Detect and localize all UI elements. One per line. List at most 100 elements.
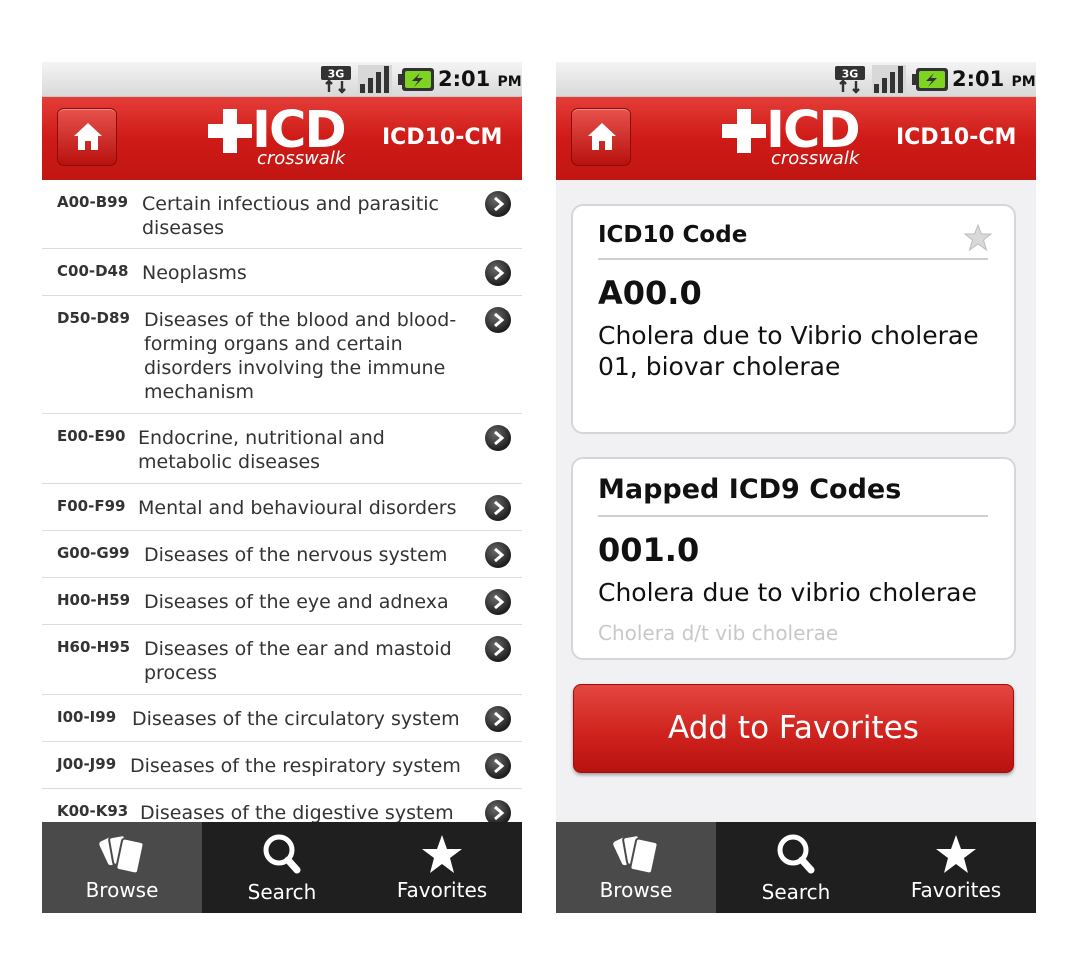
- detail-screen: 3G 2:01 PM ICD crosswalk ICD10-CM ICD10 …: [556, 62, 1036, 913]
- tab-label: Search: [247, 880, 317, 904]
- add-to-favorites-button[interactable]: Add to Favorites: [573, 684, 1014, 773]
- list-item[interactable]: H00-H59 Diseases of the eye and adnexa: [42, 578, 522, 625]
- icd9-short-description: Cholera d/t vib cholerae: [598, 621, 839, 645]
- chapter-title: Diseases of the eye and adnexa: [144, 591, 449, 613]
- star-outline-icon[interactable]: [963, 224, 993, 252]
- logo-subtext: crosswalk: [771, 148, 860, 169]
- chapter-title: Diseases of the ear and mastoid process: [144, 638, 452, 684]
- chapter-title: Diseases of the nervous system: [144, 544, 448, 566]
- header-title: ICD10-CM: [382, 125, 503, 150]
- list-item[interactable]: D50-D89 Diseases of the blood and blood-f…: [42, 296, 522, 414]
- battery-charging-icon: [912, 68, 948, 91]
- chapter-code: G00-G99: [57, 544, 130, 562]
- chapter-code: C00-D48: [57, 262, 129, 280]
- magnifier-icon: [777, 834, 815, 874]
- tab-browse[interactable]: Browse: [556, 822, 716, 913]
- list-item[interactable]: E00-E90 Endocrine, nutritional and metabo…: [42, 414, 522, 484]
- cards-icon: [613, 834, 659, 875]
- star-icon: [936, 835, 976, 873]
- chapter-code: J00-J99: [57, 755, 117, 773]
- tab-label: Favorites: [910, 878, 1002, 902]
- chapter-code: D50-D89: [57, 309, 130, 327]
- app-header: ICD crosswalk ICD10-CM: [556, 97, 1036, 180]
- chevron-right-icon[interactable]: [485, 307, 511, 333]
- icd9-code: 001.0: [598, 531, 700, 569]
- chevron-right-icon[interactable]: [485, 495, 511, 521]
- chapter-title: Mental and behavioural disorders: [138, 497, 457, 519]
- chapter-code: K00-K93: [57, 802, 129, 820]
- chapter-code: H60-H95: [57, 638, 131, 656]
- chapter-title: Neoplasms: [142, 262, 247, 284]
- chevron-right-icon[interactable]: [485, 191, 511, 217]
- chevron-right-icon[interactable]: [485, 589, 511, 615]
- status-bar: 3G 2:01 PM: [42, 62, 522, 97]
- chevron-right-icon[interactable]: [485, 706, 511, 732]
- icd10-card: ICD10 Code A00.0 Cholera due to Vibrio c…: [571, 204, 1016, 434]
- icd9-card: Mapped ICD9 Codes 001.0 Cholera due to v…: [571, 457, 1016, 660]
- chapter-title: Diseases of the respiratory system: [130, 755, 461, 777]
- tab-label: Favorites: [396, 878, 488, 902]
- tab-bar: Browse Search Favorites: [42, 822, 522, 913]
- chapter-code: E00-E90: [57, 427, 126, 445]
- app-header: ICD crosswalk ICD10-CM: [42, 97, 522, 180]
- tab-label: Browse: [599, 878, 673, 902]
- list-item[interactable]: C00-D48 Neoplasms: [42, 249, 522, 296]
- list-item[interactable]: F00-F99 Mental and behavioural disorders: [42, 484, 522, 531]
- clock: 2:01 PM: [438, 67, 522, 91]
- 3g-icon: 3G: [321, 66, 351, 94]
- svg-text:3G: 3G: [328, 68, 345, 81]
- status-bar: 3G 2:01 PM: [556, 62, 1036, 97]
- chapter-title: Diseases of the blood and blood-forming …: [144, 309, 457, 403]
- magnifier-icon: [263, 834, 301, 874]
- icd9-description: Cholera due to vibrio cholerae: [598, 578, 977, 607]
- chapter-title: Certain infectious and parasitic disease…: [142, 193, 439, 239]
- chevron-right-icon[interactable]: [485, 636, 511, 662]
- divider: [598, 515, 988, 517]
- chapter-title: Diseases of the circulatory system: [132, 708, 460, 730]
- icd10-heading: ICD10 Code: [598, 222, 748, 248]
- chapter-code: A00-B99: [57, 193, 129, 211]
- chapter-code: H00-H59: [57, 591, 131, 609]
- plus-icon: [208, 109, 252, 153]
- chevron-right-icon[interactable]: [485, 425, 511, 451]
- chevron-right-icon[interactable]: [485, 260, 511, 286]
- browse-screen: 3G 2:01 PM ICD crosswalk ICD10-CM A00-B9…: [42, 62, 522, 913]
- logo-subtext: crosswalk: [257, 148, 346, 169]
- tab-search[interactable]: Search: [202, 822, 362, 913]
- home-icon: [74, 123, 102, 150]
- list-item[interactable]: H60-H95 Diseases of the ear and mastoid p…: [42, 625, 522, 695]
- list-item[interactable]: J00-J99 Diseases of the respiratory syste…: [42, 742, 522, 789]
- tab-favorites[interactable]: Favorites: [362, 822, 522, 913]
- tab-search[interactable]: Search: [716, 822, 876, 913]
- home-button[interactable]: [57, 108, 117, 166]
- chevron-right-icon[interactable]: [485, 542, 511, 568]
- list-item[interactable]: I00-I99 Diseases of the circulatory syste…: [42, 695, 522, 742]
- chapter-title: Endocrine, nutritional and metabolic dis…: [138, 427, 385, 473]
- tab-label: Browse: [85, 878, 159, 902]
- tab-favorites[interactable]: Favorites: [876, 822, 1036, 913]
- signal-bars-icon: [872, 65, 906, 94]
- chevron-right-icon[interactable]: [485, 753, 511, 779]
- battery-charging-icon: [398, 68, 434, 91]
- chevron-right-icon[interactable]: [485, 800, 511, 822]
- chapter-title: Diseases of the digestive system: [140, 802, 454, 822]
- chapter-list: A00-B99 Certain infectious and parasitic …: [42, 180, 522, 822]
- icd10-description: Cholera due to Vibrio cholerae 01, biova…: [598, 321, 979, 381]
- tab-browse[interactable]: Browse: [42, 822, 202, 913]
- clock: 2:01 PM: [952, 67, 1036, 91]
- divider: [598, 258, 988, 260]
- plus-icon: [722, 109, 766, 153]
- home-button[interactable]: [571, 108, 631, 166]
- list-item[interactable]: A00-B99 Certain infectious and parasitic …: [42, 180, 522, 249]
- star-icon: [422, 835, 462, 873]
- icd10-code: A00.0: [598, 274, 702, 312]
- list-item[interactable]: K00-K93 Diseases of the digestive system: [42, 789, 522, 822]
- chapter-code: F00-F99: [57, 497, 126, 515]
- signal-bars-icon: [358, 65, 392, 94]
- icd9-heading: Mapped ICD9 Codes: [598, 474, 902, 505]
- svg-text:3G: 3G: [842, 68, 859, 81]
- list-item[interactable]: G00-G99 Diseases of the nervous system: [42, 531, 522, 578]
- icd-crosswalk-logo: ICD crosswalk: [716, 101, 876, 173]
- tab-bar: Browse Search Favorites: [556, 822, 1036, 913]
- icd-crosswalk-logo: ICD crosswalk: [202, 101, 362, 173]
